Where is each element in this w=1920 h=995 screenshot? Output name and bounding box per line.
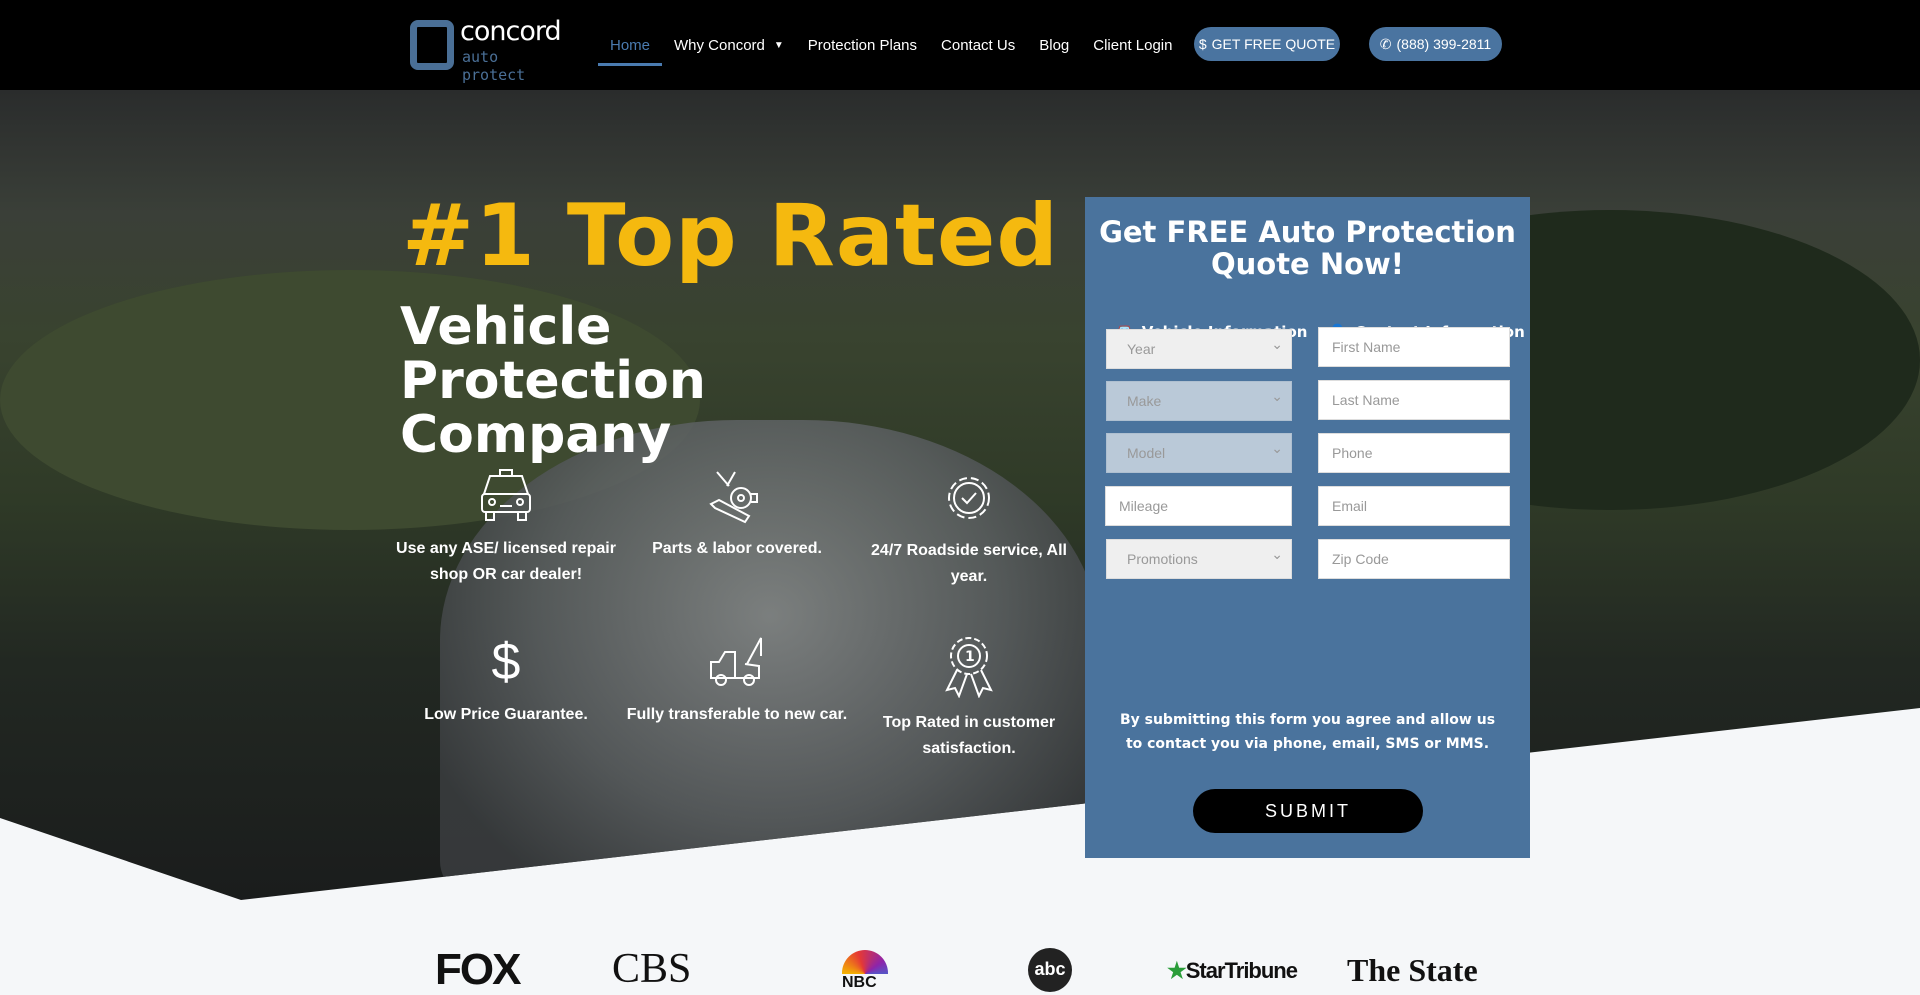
quote-form: Get FREE Auto Protection Quote Now! 🚘Veh… (1085, 197, 1530, 858)
cbs-logo: CBS (612, 946, 692, 992)
feature-text: Use any ASE/ licensed repair shop OR car… (396, 540, 616, 583)
star-icon: ★ (1167, 958, 1187, 983)
nav-label: Why Concord (674, 36, 765, 54)
concord-logo[interactable]: concord auto protect (410, 16, 562, 84)
email-input[interactable]: Email (1318, 486, 1510, 526)
last-name-input[interactable]: Last Name (1318, 380, 1510, 420)
consent-text: By submitting this form you agree and al… (1119, 712, 1496, 752)
logo-text: concord (460, 16, 562, 47)
gear-check-icon (948, 477, 990, 519)
logo-mark (410, 20, 454, 70)
chevron-down-icon: ▼ (773, 39, 784, 51)
main-nav: Home Why Concord ▼ Protection Plans Conta… (598, 0, 1184, 90)
the-state-logo: The State (1347, 952, 1478, 988)
logo-text: NBC (842, 974, 877, 991)
phone-button[interactable]: ✆ (888) 399-2811 (1369, 27, 1502, 61)
abc-logo: abc (1028, 948, 1072, 992)
model-select[interactable]: Model (1106, 433, 1292, 473)
feature-item: Fully transferable to new car. (622, 634, 852, 728)
phone-icon: ✆ (1379, 35, 1392, 52)
dollar-icon: $ (1198, 36, 1207, 52)
feature-text: 24/7 Roadside service, All year. (871, 542, 1067, 585)
startribune-logo: ★StarTribune (1167, 958, 1298, 984)
zip-code-input[interactable]: Zip Code (1318, 539, 1510, 579)
engine-wrench-icon (709, 471, 758, 524)
feature-item: 1 Top Rated in customer satisfaction. (854, 634, 1084, 762)
hero-headline: #1 Top Rated (402, 186, 1059, 286)
first-name-input[interactable]: First Name (1318, 327, 1510, 367)
feature-text: Top Rated in customer satisfaction. (882, 714, 1056, 757)
logo-tagline: auto protect (462, 48, 526, 84)
button-label: (888) 399-2811 (1396, 36, 1492, 52)
nbc-logo: NBC (842, 950, 888, 992)
mileage-input[interactable]: Mileage (1105, 486, 1292, 526)
feature-text: Fully transferable to new car. (626, 706, 848, 723)
award-ribbon-icon: 1 (945, 637, 993, 698)
feature-item: $ Low Price Guarantee. (391, 634, 621, 728)
site-header: concord auto protect Home Why Concord ▼ P… (0, 0, 1920, 90)
tow-truck-icon (710, 637, 762, 686)
year-select[interactable]: Year (1106, 329, 1292, 369)
feature-text: Low Price Guarantee. (424, 706, 588, 723)
submit-button[interactable]: SUBMIT (1193, 789, 1423, 833)
promotions-select[interactable]: Promotions (1106, 539, 1292, 579)
nav-client-login[interactable]: Client Login (1081, 0, 1184, 90)
make-select[interactable]: Make (1106, 381, 1292, 421)
form-title: Get FREE Auto Protection Quote Now! (1099, 215, 1516, 281)
button-label: GET FREE QUOTE (1211, 36, 1336, 52)
nav-contact-us[interactable]: Contact Us (929, 0, 1027, 90)
nav-home[interactable]: Home (598, 0, 663, 90)
nav-why-concord[interactable]: Why Concord ▼ (662, 0, 796, 90)
nav-protection-plans[interactable]: Protection Plans (796, 0, 929, 90)
dollar-icon: $ (491, 633, 521, 691)
get-free-quote-button[interactable]: $ GET FREE QUOTE (1194, 27, 1340, 61)
feature-text: Parts & labor covered. (652, 540, 822, 557)
hero-subheadline: Vehicle Protection Company (400, 297, 706, 465)
taxi-car-icon (481, 469, 531, 521)
nav-blog[interactable]: Blog (1027, 0, 1081, 90)
fox-logo: FOX (435, 945, 521, 994)
feature-item: Use any ASE/ licensed repair shop OR car… (391, 468, 621, 588)
logo-text: StarTribune (1185, 958, 1298, 983)
phone-input[interactable]: Phone (1318, 433, 1510, 473)
peacock-icon (842, 950, 888, 974)
feature-item: Parts & labor covered. (622, 468, 852, 562)
svg-text:1: 1 (965, 649, 975, 665)
feature-item: 24/7 Roadside service, All year. (854, 468, 1084, 590)
